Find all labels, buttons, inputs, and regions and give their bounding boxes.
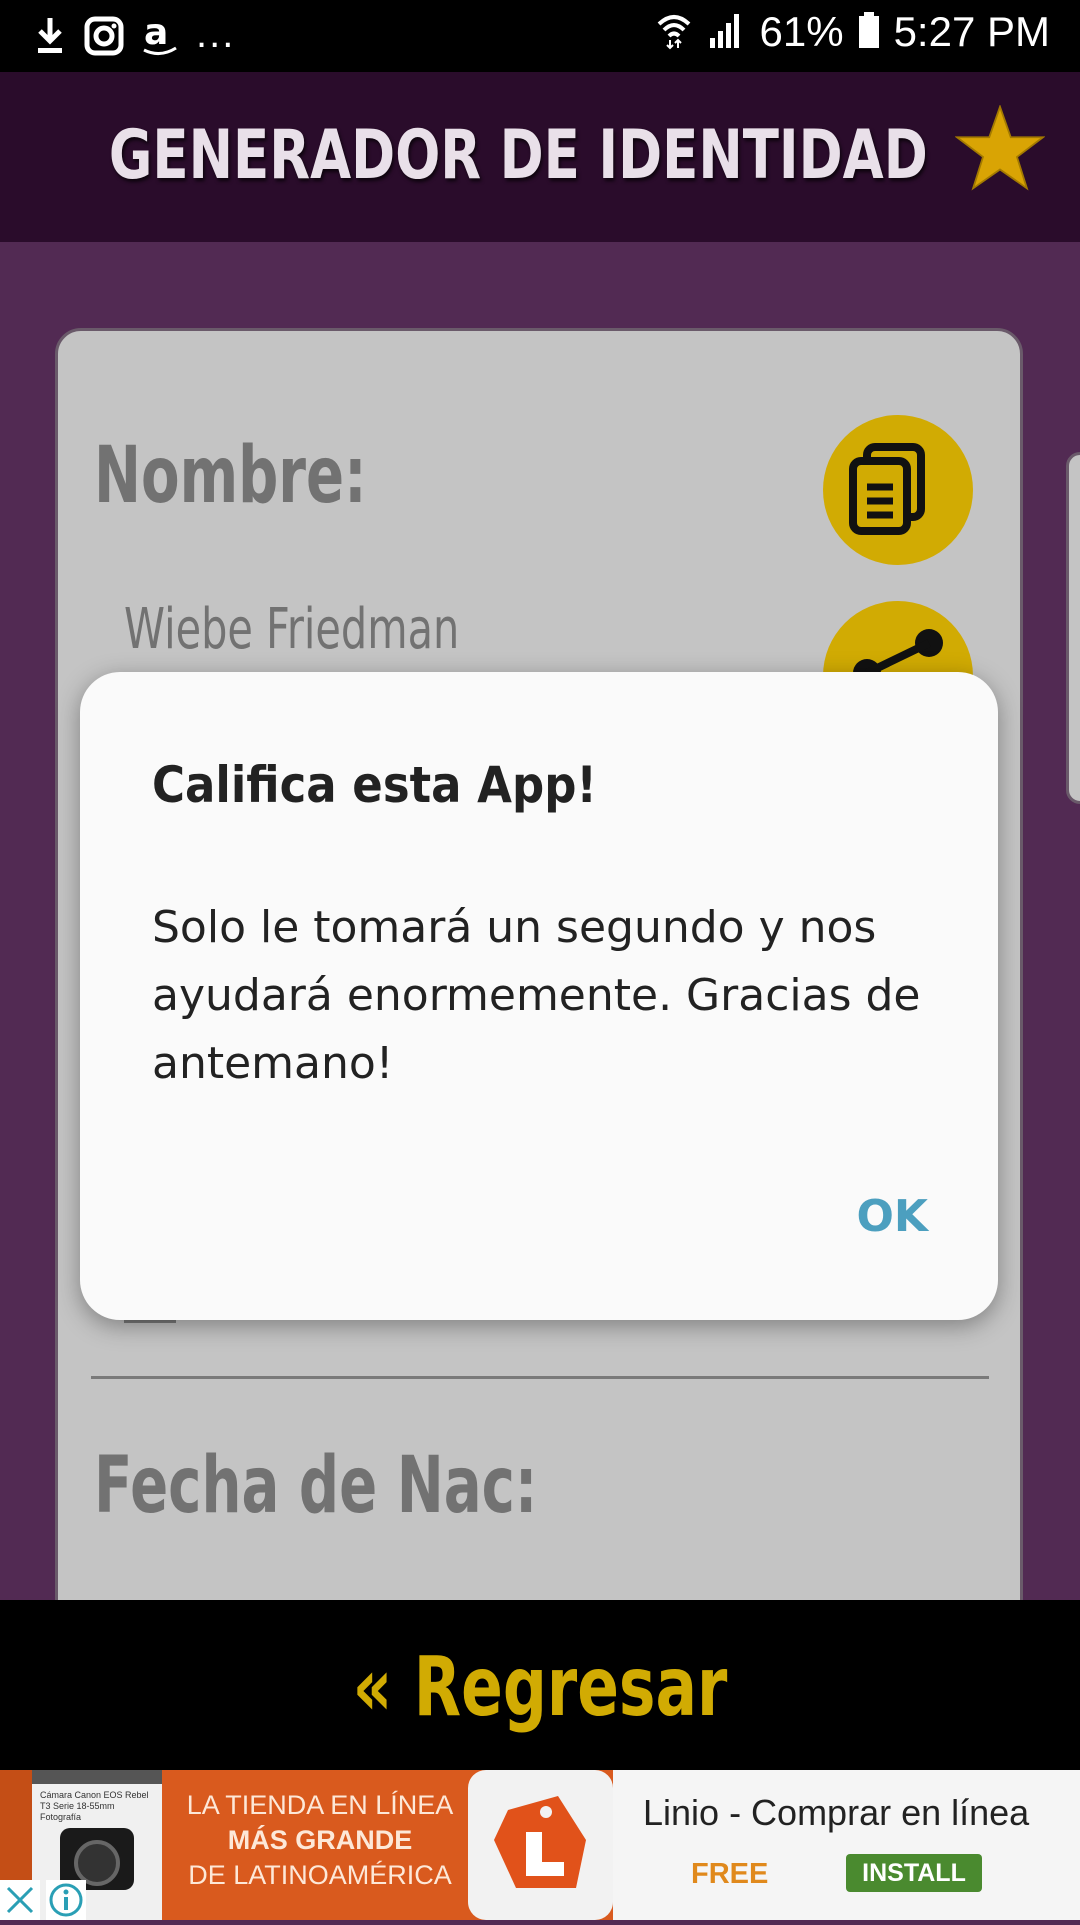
ad-app-title: Linio - Comprar en línea — [643, 1792, 1030, 1833]
back-button[interactable]: « Regresar — [135, 1640, 945, 1735]
wifi-icon — [656, 10, 692, 55]
side-panel-edge — [1066, 452, 1080, 804]
ad-thumb-bar — [32, 1770, 162, 1784]
copy-icon — [849, 443, 925, 535]
back-bar: « Regresar — [0, 1600, 1080, 1770]
app-header: GENERADOR DE IDENTIDAD — [0, 72, 1080, 242]
linio-logo[interactable] — [468, 1770, 613, 1920]
more-notifications: ... — [196, 12, 236, 56]
star-icon — [954, 104, 1046, 191]
ad-slogan-line1: LA TIENDA EN LÍNEA — [186, 1790, 454, 1820]
ad-price: FREE — [691, 1858, 769, 1890]
dialog-title: Califica esta App! — [152, 756, 597, 814]
battery-icon — [858, 10, 880, 55]
ad-details[interactable]: Linio - Comprar en línea FREE INSTALL — [613, 1770, 1080, 1920]
ad-banner[interactable]: Cámara Canon EOS Rebel T3 Serie 18-55mm … — [0, 1770, 1080, 1920]
signal-icon — [706, 10, 746, 55]
divider — [91, 1376, 989, 1379]
name-value: Wiebe Friedman — [124, 597, 460, 662]
ad-info-button[interactable] — [46, 1880, 86, 1920]
birthdate-label: Fecha de Nac: — [94, 1441, 538, 1531]
page-title: GENERADOR DE IDENTIDAD — [108, 116, 928, 195]
name-label: Nombre: — [94, 431, 367, 521]
status-system: 61% 5:27 PM — [656, 8, 1050, 56]
amazon-icon: a — [142, 12, 178, 63]
dialog-message: Solo le tomará un segundo y nos ayudará … — [152, 902, 921, 1089]
shopping-tag-icon — [494, 1796, 586, 1888]
ad-slogan-line3: DE LATINOAMÉRICA — [188, 1860, 452, 1890]
rate-app-dialog: Califica esta App! Solo le tomará un seg… — [80, 672, 998, 1320]
ad-thumb-text: Cámara Canon EOS Rebel T3 Serie 18-55mm … — [40, 1790, 149, 1822]
ok-button[interactable]: OK — [857, 1191, 929, 1242]
battery-percentage: 61% — [759, 8, 844, 55]
install-button[interactable]: INSTALL — [846, 1854, 982, 1892]
copy-button[interactable] — [823, 415, 973, 565]
instagram-icon — [84, 16, 124, 61]
ad-close-button[interactable] — [0, 1880, 40, 1920]
favorite-button[interactable] — [954, 104, 1046, 191]
status-notifications: a ... — [34, 12, 236, 63]
clock: 5:27 PM — [893, 8, 1050, 55]
ad-slogan: LA TIENDA EN LÍNEA MÁS GRANDE DE LATINOA… — [170, 1788, 470, 1893]
close-icon — [6, 1886, 34, 1914]
status-bar: a ... 61% 5:27 PM — [0, 0, 1080, 72]
info-icon — [49, 1883, 83, 1917]
download-icon — [34, 16, 66, 61]
ad-slogan-line2: MÁS GRANDE — [227, 1825, 413, 1855]
svg-text:a: a — [144, 14, 168, 53]
